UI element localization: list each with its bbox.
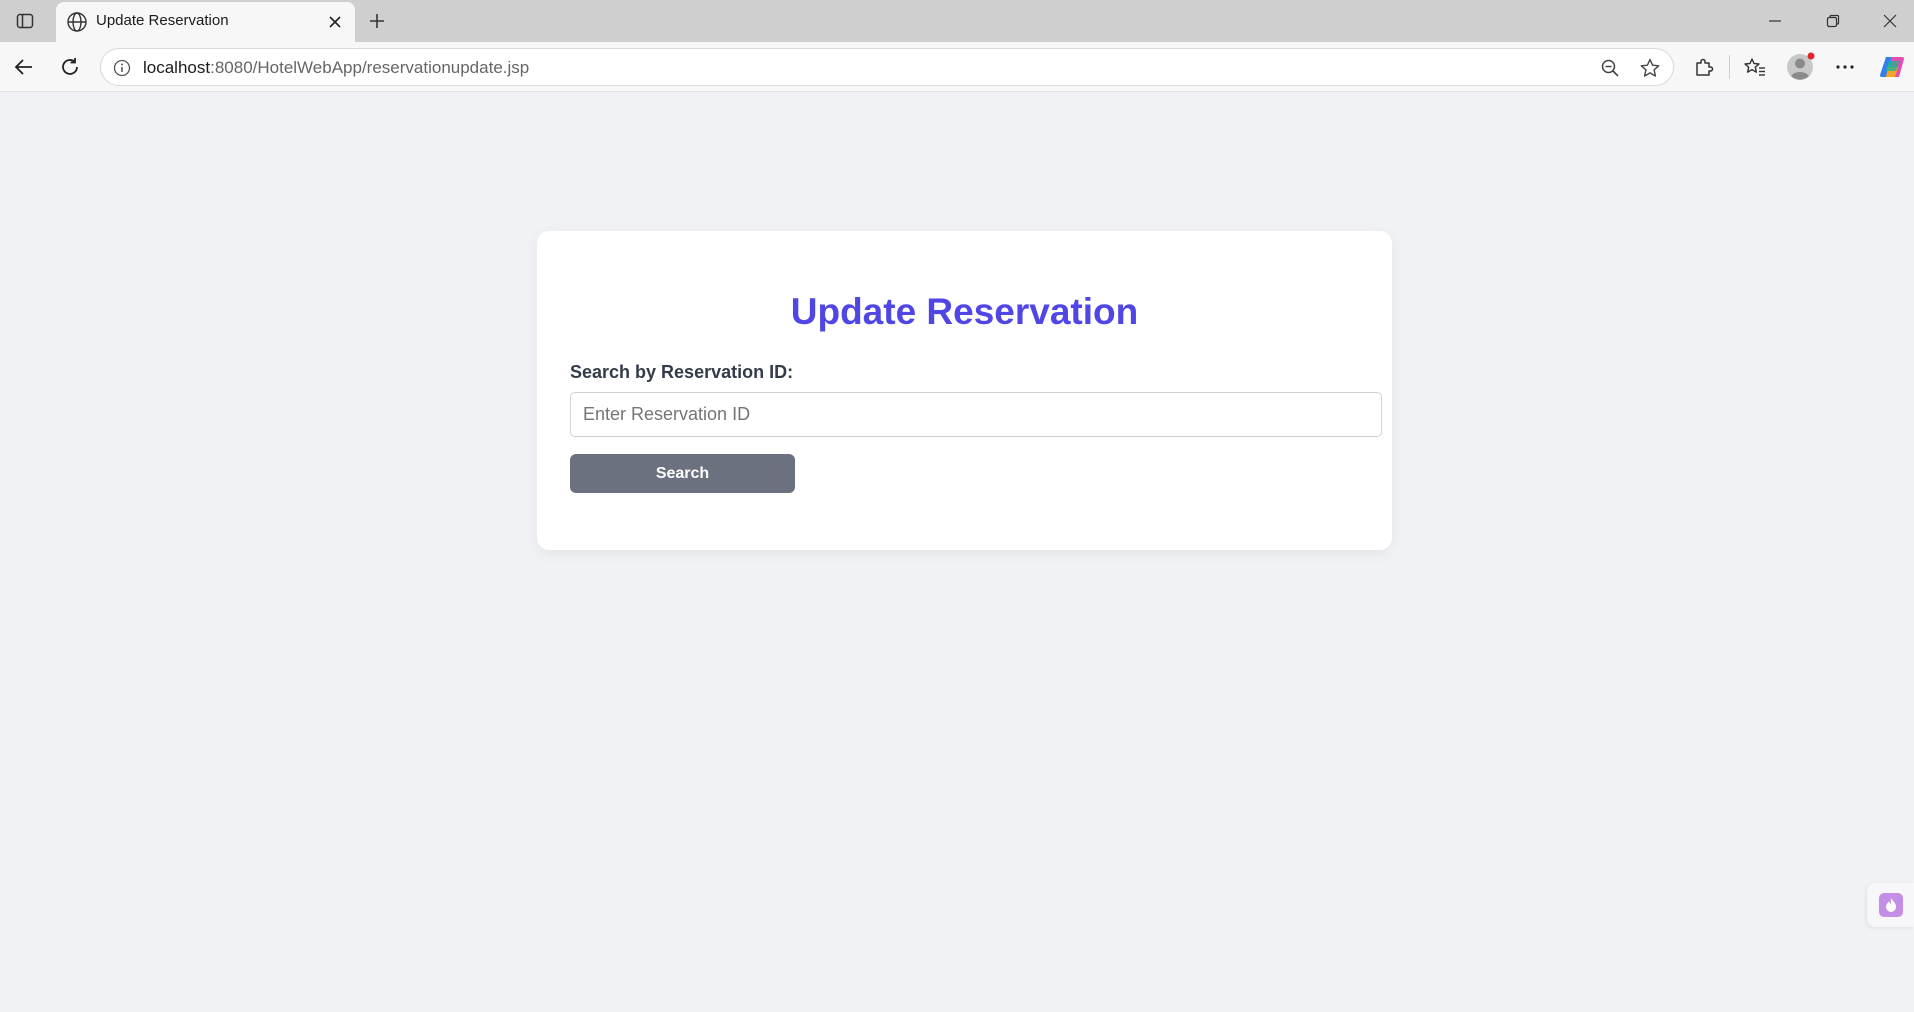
new-tab-icon[interactable]: [362, 6, 392, 36]
browser-toolbar: localhost:8080/HotelWebApp/reservationup…: [0, 42, 1914, 92]
tab-actions-icon[interactable]: [10, 6, 40, 36]
address-bar[interactable]: localhost:8080/HotelWebApp/reservationup…: [100, 48, 1674, 86]
star-icon[interactable]: [1635, 53, 1665, 83]
restore-icon[interactable]: [1811, 6, 1855, 36]
favorites-icon[interactable]: [1738, 50, 1772, 84]
close-tab-icon[interactable]: [323, 10, 347, 34]
page-viewport: Update Reservation Search by Reservation…: [4, 93, 1914, 1012]
refresh-icon[interactable]: [53, 50, 87, 84]
url-text[interactable]: localhost:8080/HotelWebApp/reservationup…: [143, 58, 529, 78]
update-reservation-card: Update Reservation Search by Reservation…: [537, 231, 1392, 550]
close-window-icon[interactable]: [1868, 6, 1912, 36]
tab-strip: Update Reservation: [0, 0, 1914, 42]
tab-title: Update Reservation: [96, 12, 229, 29]
search-button[interactable]: Search: [570, 454, 795, 493]
url-path: :8080/HotelWebApp/reservationupdate.jsp: [210, 58, 530, 77]
copilot-icon[interactable]: [1875, 50, 1909, 84]
reservation-id-input[interactable]: [570, 392, 1382, 437]
zoom-out-icon[interactable]: [1595, 53, 1625, 83]
url-host: localhost: [143, 58, 211, 77]
active-tab[interactable]: Update Reservation: [56, 2, 355, 42]
toolbar-divider: [1729, 55, 1730, 79]
globe-icon: [66, 11, 88, 33]
minimize-icon[interactable]: [1753, 6, 1797, 36]
sidebar-widget-icon[interactable]: [1867, 883, 1914, 927]
page-title: Update Reservation: [790, 291, 1139, 332]
more-icon[interactable]: [1828, 50, 1862, 84]
puzzle-icon[interactable]: [1687, 50, 1721, 84]
back-arrow-icon[interactable]: [7, 50, 41, 84]
info-icon[interactable]: [111, 57, 133, 79]
profile-icon[interactable]: [1783, 50, 1817, 84]
reservation-id-label: Search by Reservation ID:: [570, 362, 794, 382]
